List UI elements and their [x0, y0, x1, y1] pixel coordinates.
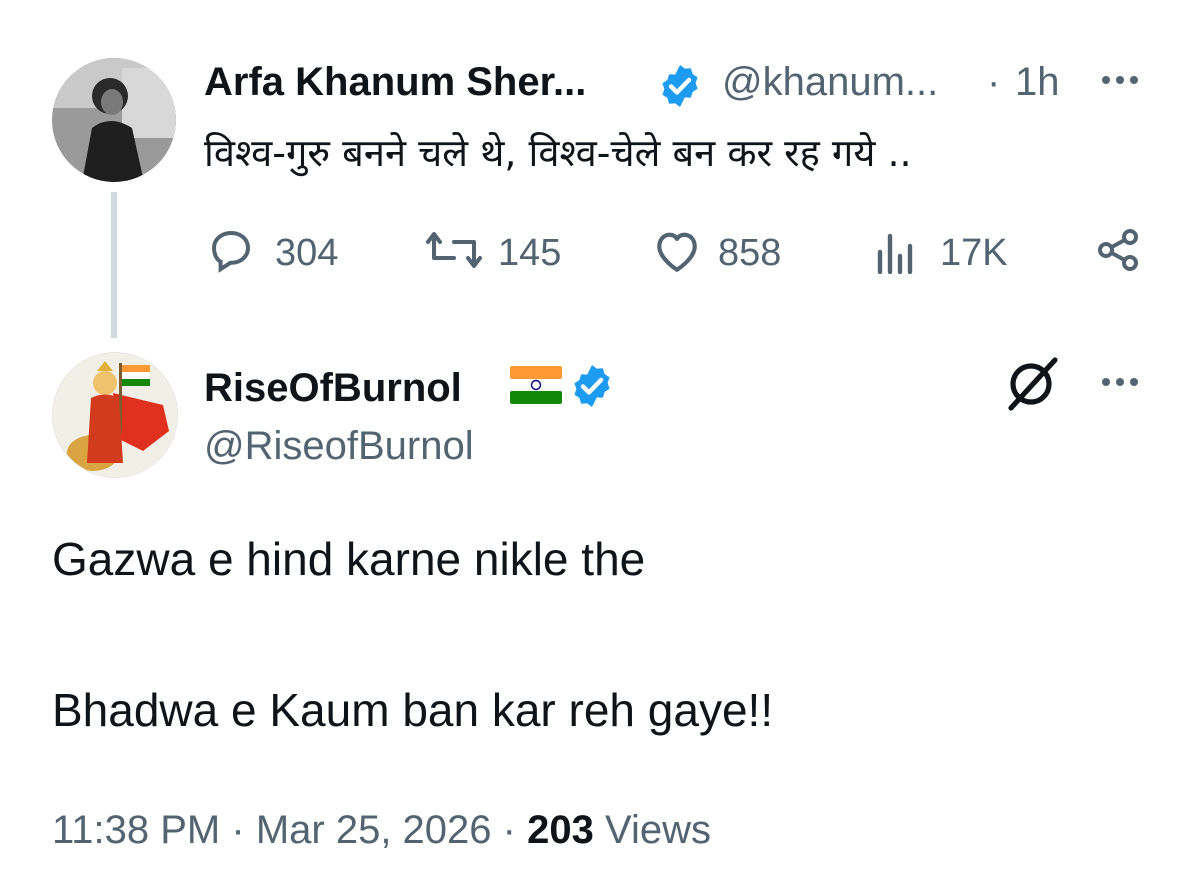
- india-flag-icon: [510, 366, 562, 404]
- grok-icon[interactable]: [1003, 356, 1063, 412]
- meta-dot: ·: [231, 808, 245, 852]
- tweet-time[interactable]: 11:38 PM: [52, 808, 220, 852]
- parent-actions: 304 145 858 17K: [0, 222, 1200, 282]
- reply-icon[interactable]: [207, 226, 255, 274]
- tweet-date[interactable]: Mar 25, 2026: [256, 808, 492, 852]
- reply-text-line1: Gazwa e hind karne nikle the: [52, 533, 646, 585]
- meta-dot: ·: [502, 808, 516, 852]
- more-icon[interactable]: [1098, 70, 1142, 90]
- repost-icon[interactable]: [424, 228, 484, 272]
- parent-separator: ·: [987, 60, 1001, 104]
- parent-handle[interactable]: @khanum...: [722, 60, 938, 105]
- reply-author-name[interactable]: RiseOfBurnol: [204, 366, 462, 411]
- repost-count: 145: [498, 232, 562, 274]
- views-count: 17K: [940, 232, 1008, 274]
- like-icon[interactable]: [652, 228, 702, 274]
- share-icon[interactable]: [1094, 226, 1142, 274]
- views-label: Views: [604, 808, 711, 852]
- views-icon[interactable]: [872, 228, 920, 274]
- reply-text-line2: Bhadwa e Kaum ban kar reh gaye!!: [52, 684, 774, 736]
- like-count: 858: [718, 232, 782, 274]
- avatar-arfa[interactable]: [52, 58, 176, 182]
- reply-count: 304: [275, 232, 339, 274]
- verified-icon: [568, 362, 616, 410]
- parent-time[interactable]: 1h: [1015, 60, 1060, 105]
- tweet-meta: 11:38 PM · Mar 25, 2026 · 203 Views: [52, 808, 711, 853]
- parent-tweet-text: विश्व-गुरु बनने चले थे, विश्व-चेले बन कर…: [204, 131, 912, 175]
- avatar-riseofburnol[interactable]: [52, 352, 178, 478]
- reply-handle[interactable]: @RiseofBurnol: [204, 424, 474, 469]
- verified-icon: [656, 62, 704, 110]
- more-icon[interactable]: [1098, 372, 1142, 392]
- parent-author-name[interactable]: Arfa Khanum Sher...: [204, 60, 586, 105]
- views-number: 203: [527, 808, 594, 852]
